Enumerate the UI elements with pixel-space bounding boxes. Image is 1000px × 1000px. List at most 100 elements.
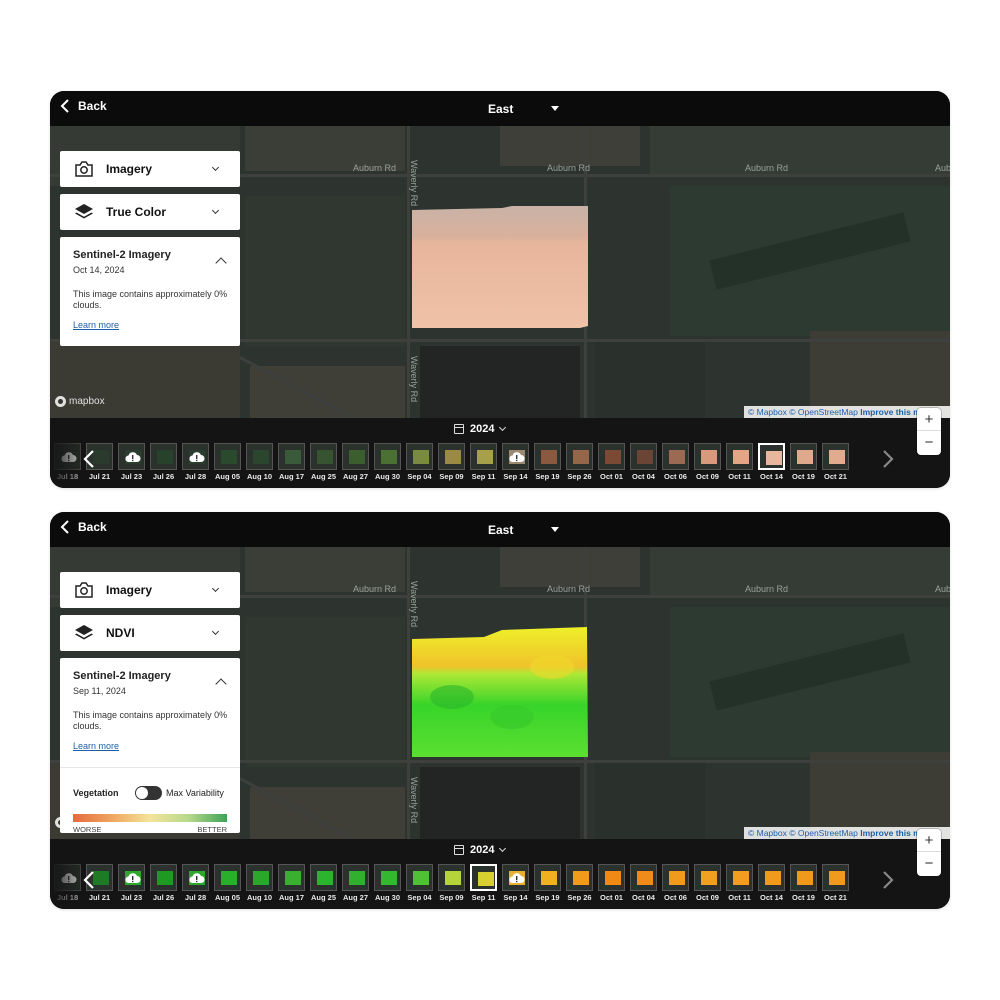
- timeline-thumbnail[interactable]: Oct 14: [758, 864, 785, 902]
- field-boundary[interactable]: [412, 206, 588, 328]
- timeline-thumbnail[interactable]: Jul 23: [118, 864, 145, 902]
- timeline-thumbnail[interactable]: Jul 26: [150, 864, 177, 902]
- year-selector[interactable]: 2024: [454, 423, 507, 435]
- timeline-thumbnail[interactable]: Oct 06: [662, 864, 689, 902]
- timeline-thumbnail[interactable]: Aug 25: [310, 443, 337, 481]
- timeline-thumbnail[interactable]: Aug 30: [374, 443, 401, 481]
- layer-dropdown[interactable]: NDVI: [60, 615, 240, 651]
- field-overlay[interactable]: [412, 206, 588, 336]
- chevron-right-icon: [883, 871, 894, 889]
- timeline-thumbnail[interactable]: Sep 14: [502, 443, 529, 481]
- thumbnail-field-preview: [478, 872, 494, 886]
- timeline-thumbnail[interactable]: Oct 19: [790, 864, 817, 902]
- timeline-thumbnail[interactable]: Oct 04: [630, 864, 657, 902]
- thumbnail-image: [342, 864, 369, 891]
- timeline-thumbnail[interactable]: Sep 14: [502, 864, 529, 902]
- learn-more-link[interactable]: Learn more: [73, 320, 119, 330]
- thumbnail-field-preview: [701, 871, 717, 885]
- timeline-thumbnail[interactable]: Jul 18: [54, 864, 81, 902]
- back-button[interactable]: Back: [60, 520, 107, 534]
- timeline-thumbnail[interactable]: Oct 09: [694, 443, 721, 481]
- timeline-thumbnail[interactable]: Oct 21: [822, 443, 849, 481]
- imagery-timeline: 2024 Jul 18 Jul 21 Jul 23 Jul 26 Jul 28 Aug 0…: [50, 418, 950, 488]
- osm-attribution-link[interactable]: © OpenStreetMap: [789, 407, 858, 417]
- thumbnail-field-preview: [349, 450, 365, 464]
- timeline-next-button[interactable]: [882, 450, 894, 472]
- timeline-thumbnail[interactable]: Sep 26: [566, 864, 593, 902]
- caret-down-icon[interactable]: [551, 106, 559, 111]
- mapbox-attribution-link[interactable]: © Mapbox: [748, 407, 787, 417]
- thumbnail-image: [726, 864, 753, 891]
- timeline-thumbnail[interactable]: Oct 21: [822, 864, 849, 902]
- imagery-date: Sep 11, 2024: [73, 686, 126, 696]
- timeline-thumbnail[interactable]: Sep 09: [438, 443, 465, 481]
- timeline-thumbnail[interactable]: Jul 18: [54, 443, 81, 481]
- thumbnail-field-preview: [285, 871, 301, 885]
- layer-dropdown[interactable]: True Color: [60, 194, 240, 230]
- zoom-out-button[interactable]: −: [917, 852, 941, 875]
- year-label: 2024: [470, 423, 495, 435]
- zoom-out-button[interactable]: −: [917, 431, 941, 454]
- timeline-thumbnail[interactable]: Sep 04: [406, 864, 433, 902]
- timeline-thumbnail[interactable]: Oct 06: [662, 443, 689, 481]
- timeline-next-button[interactable]: [882, 871, 894, 893]
- cloud-warning-icon: [125, 873, 141, 883]
- timeline-thumbnail[interactable]: Oct 11: [726, 864, 753, 902]
- timeline-thumbnail[interactable]: Oct 19: [790, 443, 817, 481]
- timeline-thumbnail[interactable]: Jul 26: [150, 443, 177, 481]
- imagery-dropdown[interactable]: Imagery: [60, 151, 240, 187]
- timeline-thumbnail[interactable]: Sep 26: [566, 443, 593, 481]
- timeline-thumbnail[interactable]: Oct 01: [598, 443, 625, 481]
- imagery-info-card: Sentinel-2 Imagery Sep 11, 2024 This ima…: [60, 658, 240, 833]
- timeline-thumbnail[interactable]: Aug 17: [278, 443, 305, 481]
- timeline-thumbnail[interactable]: Aug 30: [374, 864, 401, 902]
- field-overlay[interactable]: [412, 627, 588, 757]
- chevron-down-icon: [499, 844, 507, 853]
- timeline-thumbnail[interactable]: Oct 01: [598, 864, 625, 902]
- max-variability-toggle[interactable]: [135, 786, 162, 800]
- timeline-prev-button[interactable]: [83, 871, 95, 893]
- ndvi-variation-patch: [430, 685, 474, 709]
- zoom-in-button[interactable]: +: [917, 829, 941, 852]
- timeline-thumbnail[interactable]: Aug 10: [246, 443, 273, 481]
- field-name-selector[interactable]: East: [488, 523, 513, 537]
- timeline-thumbnail[interactable]: Sep 19: [534, 864, 561, 902]
- learn-more-link[interactable]: Learn more: [73, 741, 119, 751]
- timeline-thumbnail[interactable]: Sep 19: [534, 443, 561, 481]
- timeline-thumbnail[interactable]: Aug 27: [342, 864, 369, 902]
- year-selector[interactable]: 2024: [454, 844, 507, 856]
- timeline-thumbnail[interactable]: Aug 17: [278, 864, 305, 902]
- zoom-in-button[interactable]: +: [917, 408, 941, 431]
- timeline-thumbnail[interactable]: Oct 09: [694, 864, 721, 902]
- timeline-thumbnail[interactable]: Aug 27: [342, 443, 369, 481]
- timeline-thumbnail[interactable]: Jul 28: [182, 443, 209, 481]
- timeline-thumbnail[interactable]: Aug 05: [214, 864, 241, 902]
- timeline-thumbnail[interactable]: Sep 11: [470, 864, 497, 902]
- imagery-label: Imagery: [106, 162, 153, 176]
- timeline-thumbnail[interactable]: Aug 25: [310, 864, 337, 902]
- timeline-thumbnail[interactable]: Jul 23: [118, 443, 145, 481]
- thumbnail-field-preview: [541, 450, 557, 464]
- thumbnail-field-preview: [733, 871, 749, 885]
- thumbnail-field-preview: [637, 871, 653, 885]
- timeline-prev-button[interactable]: [83, 450, 95, 472]
- imagery-dropdown[interactable]: Imagery: [60, 572, 240, 608]
- back-button[interactable]: Back: [60, 99, 107, 113]
- timeline-thumbnail[interactable]: Jul 28: [182, 864, 209, 902]
- osm-attribution-link[interactable]: © OpenStreetMap: [789, 828, 858, 838]
- timeline-thumbnail[interactable]: Oct 11: [726, 443, 753, 481]
- caret-down-icon[interactable]: [551, 527, 559, 532]
- toggle-label: Max Variability: [166, 788, 224, 798]
- field-name-selector[interactable]: East: [488, 102, 513, 116]
- timeline-thumbnail[interactable]: Sep 09: [438, 864, 465, 902]
- mapbox-attribution-link[interactable]: © Mapbox: [748, 828, 787, 838]
- timeline-thumbnail[interactable]: Oct 14: [758, 443, 785, 481]
- timeline-thumbnail[interactable]: Aug 10: [246, 864, 273, 902]
- timeline-thumbnail[interactable]: Sep 04: [406, 443, 433, 481]
- timeline-thumbnail[interactable]: Aug 05: [214, 443, 241, 481]
- timeline-thumbnail[interactable]: Oct 04: [630, 443, 657, 481]
- road-label-waverly: Waverly Rd: [409, 160, 419, 207]
- imagery-info-card: Sentinel-2 Imagery Oct 14, 2024 This ima…: [60, 237, 240, 346]
- timeline-thumbnail[interactable]: Sep 11: [470, 443, 497, 481]
- top-bar: Back East: [50, 91, 950, 126]
